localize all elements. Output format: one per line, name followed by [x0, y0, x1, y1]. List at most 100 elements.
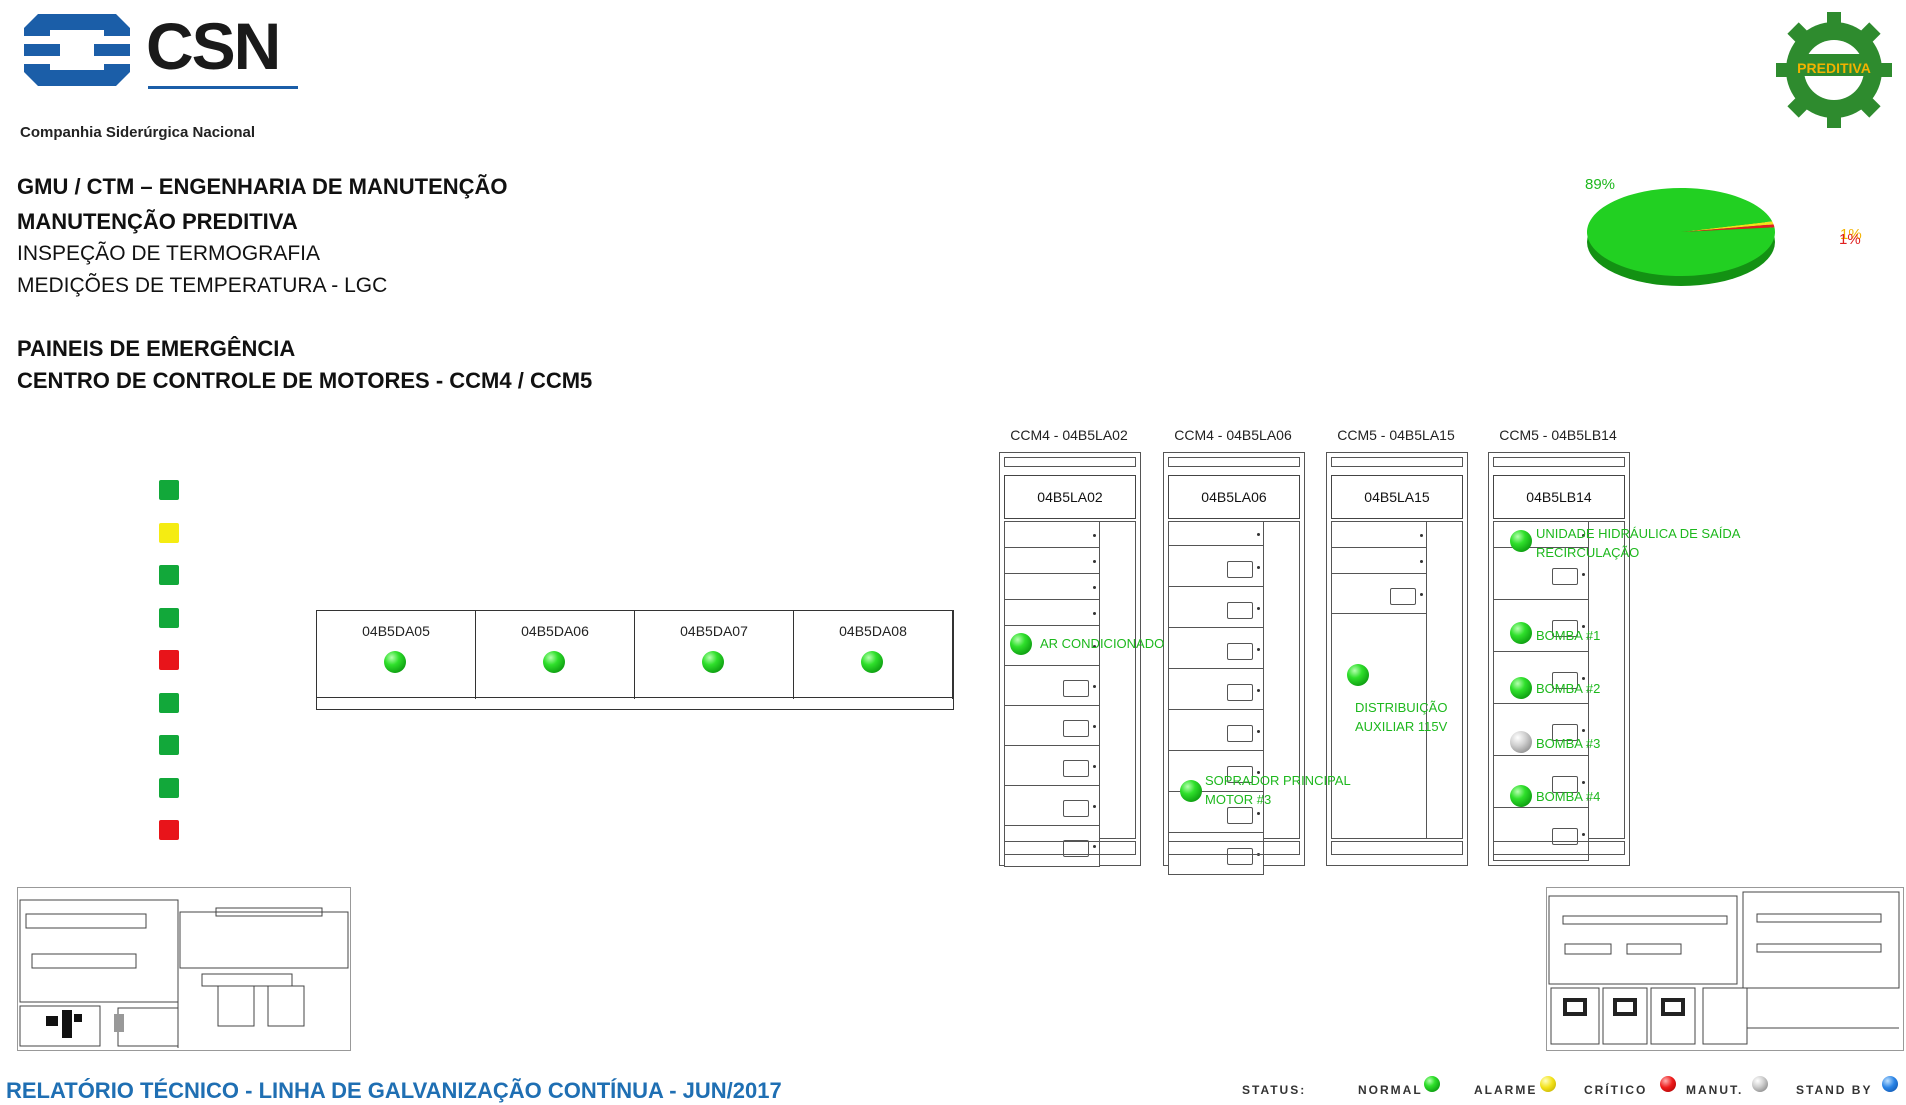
- measurement-point-label: SOPRADOR PRINCIPAL MOTOR #3: [1205, 771, 1351, 809]
- cabinet-base: [1004, 841, 1136, 855]
- cabinet-drawer[interactable]: [1331, 573, 1427, 615]
- legend-label: MANUT.: [1686, 1083, 1744, 1097]
- cabinet-side-column: [1425, 521, 1463, 839]
- drawer-handle: [1063, 760, 1089, 777]
- drawer-latch-icon: [1093, 560, 1096, 563]
- cabinet-drawer[interactable]: [1004, 547, 1100, 575]
- cabinet-drawer[interactable]: [1168, 627, 1264, 670]
- status-indicator-icon: [860, 651, 883, 673]
- status-indicator-icon[interactable]: [1510, 731, 1532, 753]
- cabinet-drawer[interactable]: [1004, 521, 1100, 549]
- measurement-point-label: UNIDADE HIDRÁULICA DE SAÍDA RECIRCULAÇÃO: [1536, 524, 1740, 562]
- status-square: [159, 735, 179, 755]
- drawer-handle: [1227, 561, 1253, 578]
- cabinet-top-bar: [1493, 457, 1625, 467]
- title-emergency-panels: PAINEIS DE EMERGÊNCIA: [17, 336, 296, 361]
- status-square: [159, 607, 179, 628]
- cabinet-drawer[interactable]: [1004, 599, 1100, 627]
- cabinet-drawer[interactable]: [1168, 586, 1264, 629]
- logo-text: CSN: [146, 9, 281, 83]
- drawer-handle: [1227, 602, 1253, 619]
- legend-status-icon: [1660, 1076, 1676, 1092]
- status-indicator-icon[interactable]: [1347, 664, 1369, 686]
- da-panel-label: 04B5DA07: [680, 623, 748, 639]
- drawer-latch-icon: [1582, 833, 1585, 836]
- cabinet-drawer[interactable]: [1004, 665, 1100, 707]
- legend-label: STAND BY: [1796, 1083, 1873, 1097]
- cabinet-title: CCM5 - 04B5LB14: [1499, 427, 1617, 443]
- cabinet[interactable]: 04B5LA02: [999, 452, 1141, 867]
- cabinet-drawer[interactable]: [1004, 745, 1100, 787]
- drawer-latch-icon: [1257, 812, 1260, 815]
- title-engineering: GMU / CTM – ENGENHARIA DE MANUTENÇÃO: [17, 174, 508, 199]
- da-panel-cell[interactable]: 04B5DA06: [476, 611, 635, 699]
- title-thermography: INSPEÇÃO DE TERMOGRAFIA: [17, 242, 320, 265]
- cabinet-drawer[interactable]: [1168, 668, 1264, 711]
- da-panel-cell[interactable]: 04B5DA07: [635, 611, 794, 699]
- status-indicator-icon[interactable]: [1510, 530, 1532, 552]
- da-panel-base: [317, 697, 953, 698]
- pie-slice: [1587, 187, 1775, 276]
- drawer-latch-icon: [1582, 573, 1585, 576]
- da-panel-label: 04B5DA08: [839, 623, 907, 639]
- status-indicator-icon[interactable]: [1010, 633, 1032, 655]
- drawer-latch-icon: [1420, 593, 1423, 596]
- drawer-handle: [1063, 680, 1089, 697]
- drawer-latch-icon: [1093, 534, 1096, 537]
- cabinet-drawer[interactable]: [1004, 573, 1100, 601]
- cabinet-drawer[interactable]: [1004, 785, 1100, 827]
- company-name: Companhia Siderúrgica Nacional: [20, 124, 256, 141]
- measurement-point-label: BOMBA #3: [1536, 736, 1601, 751]
- drawer-latch-icon: [1093, 805, 1096, 808]
- status-square: [159, 820, 179, 840]
- status-indicator-icon: [542, 651, 565, 673]
- cabinet-drawer[interactable]: [1004, 705, 1100, 747]
- drawer-latch-icon: [1582, 781, 1585, 784]
- csn-logo: CSN Companhia Siderúrgica Nacional: [18, 8, 308, 141]
- drawer-latch-icon: [1257, 566, 1260, 569]
- drawer-latch-icon: [1257, 730, 1260, 733]
- status-square: [159, 522, 179, 543]
- status-square-column: [159, 480, 183, 850]
- cabinet-header-label: 04B5LA15: [1331, 475, 1463, 519]
- cabinet-drawer[interactable]: [1331, 547, 1427, 575]
- drawer-handle: [1227, 807, 1253, 824]
- cabinet-header-label: 04B5LA02: [1004, 475, 1136, 519]
- cabinet-drawer[interactable]: [1168, 545, 1264, 588]
- preditiva-badge: PREDITIVA: [1774, 8, 1894, 132]
- drawer-handle: [1227, 684, 1253, 701]
- title-motor-control-center: CENTRO DE CONTROLE DE MOTORES - CCM4 / C…: [17, 368, 593, 393]
- measurement-point-label: BOMBA #2: [1536, 681, 1601, 696]
- status-indicator-icon[interactable]: [1510, 677, 1532, 699]
- cabinet-drawer[interactable]: [1168, 709, 1264, 752]
- drawer-latch-icon: [1420, 560, 1423, 563]
- status-square: [159, 692, 179, 713]
- cabinet-top-bar: [1331, 457, 1463, 467]
- drawer-handle: [1063, 720, 1089, 737]
- cabinet-title: CCM4 - 04B5LA06: [1174, 427, 1292, 443]
- status-indicator-icon[interactable]: [1180, 780, 1202, 802]
- drawer-handle: [1552, 568, 1578, 585]
- badge-text: PREDITIVA: [1797, 60, 1871, 76]
- drawer-latch-icon: [1093, 586, 1096, 589]
- legend-label: CRÍTICO: [1584, 1083, 1648, 1097]
- cabinet-side-column: [1098, 521, 1136, 839]
- cabinet-base: [1168, 841, 1300, 855]
- cabinet-title: CCM5 - 04B5LA15: [1337, 427, 1455, 443]
- drawer-handle: [1390, 588, 1416, 605]
- cabinet-top-bar: [1004, 457, 1136, 467]
- da-panel-cell[interactable]: 04B5DA08: [794, 611, 953, 699]
- da-panel-label: 04B5DA06: [521, 623, 589, 639]
- drawer-latch-icon: [1257, 533, 1260, 536]
- measurement-point-label-line1: DISTRIBUIÇÃO: [1355, 700, 1448, 715]
- legend-status-icon: [1424, 1076, 1440, 1092]
- cabinet-drawer[interactable]: [1168, 521, 1264, 547]
- status-indicator-icon[interactable]: [1510, 622, 1532, 644]
- drawer-latch-icon: [1257, 607, 1260, 610]
- da-panel-cell[interactable]: 04B5DA05: [317, 611, 476, 699]
- csn-emblem-icon: [24, 14, 130, 86]
- cabinet-drawer[interactable]: [1331, 521, 1427, 549]
- status-indicator-icon[interactable]: [1510, 785, 1532, 807]
- drawer-latch-icon: [1093, 725, 1096, 728]
- pie-label-main: 89%: [1585, 176, 1616, 193]
